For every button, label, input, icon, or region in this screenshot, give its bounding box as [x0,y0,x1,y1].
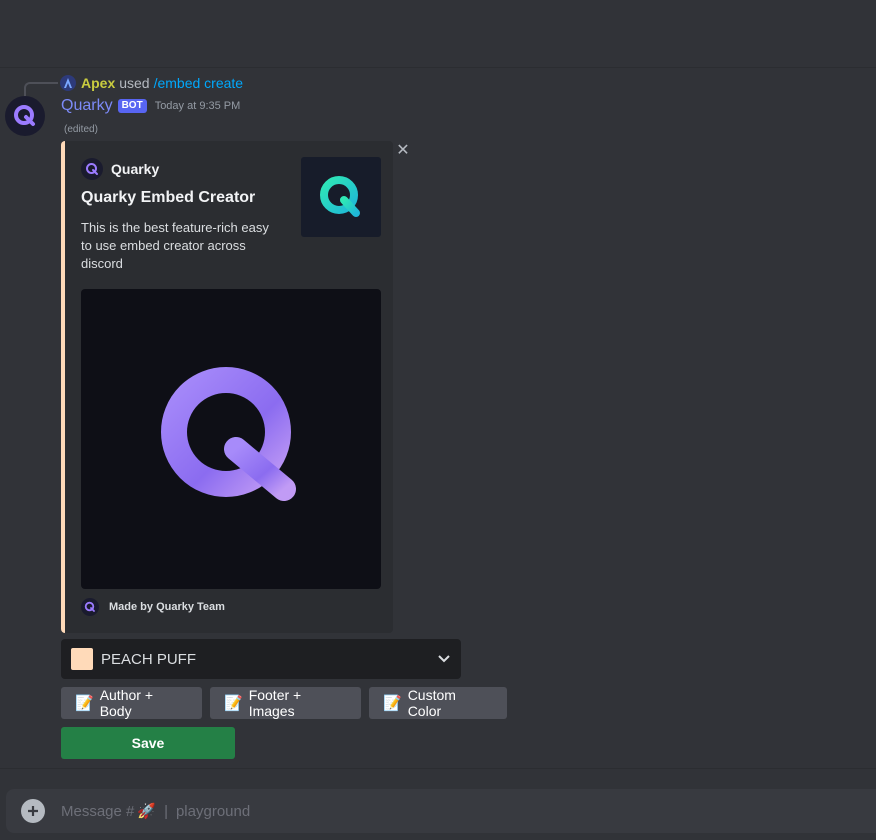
chevron-down-icon [437,652,451,666]
footer-icon [81,598,99,616]
rocket-icon: 🚀 [137,803,157,820]
save-button[interactable]: Save [61,727,235,759]
command-user-avatar[interactable] [60,75,76,91]
top-bar [0,0,876,68]
message-input[interactable]: Message # 🚀 | playground [6,789,876,833]
message-placeholder: Message # 🚀 | playground [61,802,251,821]
custom-color-button[interactable]: 📝 Custom Color [369,687,507,719]
embed-image[interactable] [81,289,381,589]
memo-icon: 📝 [383,695,402,712]
close-icon[interactable]: ✕ [395,142,411,159]
edited-label: (edited) [64,124,98,135]
placeholder-channel: playground [175,802,251,820]
embed-description: This is the best feature-rich easy to us… [81,220,269,271]
command-name[interactable]: /embed create [154,75,244,91]
memo-icon: 📝 [224,695,243,712]
color-swatch [71,648,93,670]
command-line: Apex used /embed create [60,74,243,92]
embed-author-name: Quarky [111,161,160,177]
message-header: Quarky BOT Today at 9:35 PM [61,96,240,116]
command-username[interactable]: Apex [81,75,115,91]
message-timestamp[interactable]: Today at 9:35 PM [155,100,241,112]
embed-card: Quarky Quarky Embed Creator This is the … [61,141,393,633]
placeholder-separator: | [164,802,168,820]
bot-tag: BOT [117,99,147,113]
author-body-label: Author + Body [99,687,154,719]
bot-avatar[interactable] [5,96,45,136]
color-select-label: PEACH PUFF [101,650,197,668]
embed-author: Quarky [81,158,159,180]
footer-images-label: Footer + Images [248,687,302,719]
author-body-button[interactable]: 📝 Author + Body [61,687,202,719]
author-icon [81,158,103,180]
command-used-text: used [119,75,150,91]
memo-icon: 📝 [75,695,94,712]
divider [0,768,876,769]
embed-footer: Made by Quarky Team [81,598,225,616]
custom-color-label: Custom Color [407,687,456,719]
embed-thumbnail[interactable] [301,157,381,237]
embed-footer-text: Made by Quarky Team [109,601,225,613]
plus-icon[interactable] [21,799,45,823]
placeholder-prefix: Message # [61,802,135,820]
embed-title: Quarky Embed Creator [81,189,256,206]
footer-images-button[interactable]: 📝 Footer + Images [210,687,361,719]
color-select[interactable]: PEACH PUFF [61,639,461,679]
bot-username[interactable]: Quarky [61,97,113,115]
